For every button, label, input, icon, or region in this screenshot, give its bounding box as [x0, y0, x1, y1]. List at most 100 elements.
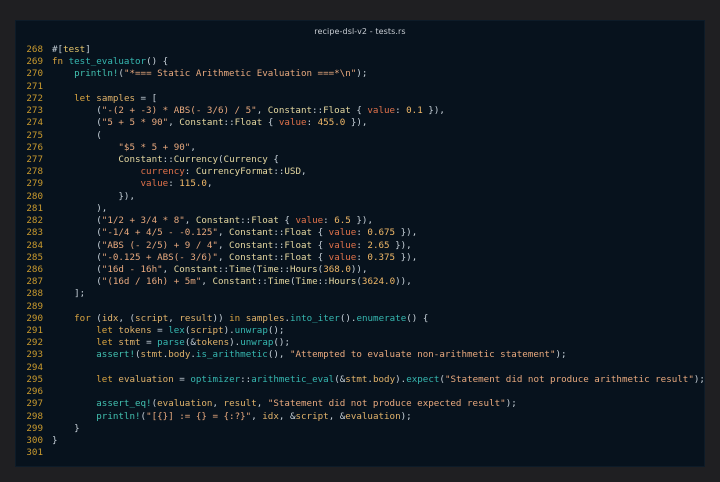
code-line[interactable]: 274 ("5 + 5 * 90", Constant::Float { val… [16, 117, 704, 129]
code-text: assert_eq!(evaluation, result, "Statemen… [52, 398, 517, 409]
code-line[interactable]: 281 ), [16, 203, 704, 215]
code-line[interactable]: 293 assert!(stmt.body.is_arithmetic(), "… [16, 349, 704, 361]
code-token: expect [406, 373, 440, 385]
code-editor[interactable]: 268 #[test] 269 fn test_evaluator() {270 pr… [16, 44, 705, 459]
code-token: :: [312, 105, 324, 117]
code-line[interactable]: 282 ("1/2 + 3/4 * 8", Constant::Float { … [16, 215, 704, 227]
code-text: ("-0.125 + ABS(- 3/6)", Constant::Float … [52, 252, 417, 263]
code-line[interactable]: 273 ("-(2 + -3) * ABS(- 3/6) / 5", Const… [16, 105, 704, 117]
code-text: println!("*=== Static Arithmetic Evaluat… [52, 68, 367, 79]
code-line[interactable]: 290 for (idx, (script, result)) in sampl… [16, 313, 704, 325]
code-token: Constant [212, 276, 257, 288]
line-number: 274 [26, 117, 43, 129]
code-token: Constant [118, 153, 163, 165]
code-token: ( [52, 117, 102, 129]
code-token: value [140, 178, 169, 190]
code-text: ("5 + 5 * 90", Constant::Float { value: … [52, 117, 367, 128]
code-token: result [223, 398, 257, 410]
code-line[interactable]: 271 [16, 81, 704, 93]
code-line[interactable]: 292 let stmt = parse(&tokens).unwrap(); [16, 337, 704, 349]
line-number: 270 [26, 68, 43, 80]
code-token: () { [406, 312, 429, 324]
code-line[interactable]: 287 ("(16d / 16h) + 5m", Constant::Time(… [16, 276, 704, 288]
line-number: 295 [26, 373, 43, 385]
code-token: Time [256, 263, 279, 275]
code-token: "-0.125 + ABS(- 3/6)" [101, 251, 218, 263]
code-line[interactable]: 294 [16, 362, 704, 374]
code-token: "5 + 5 * 90" [101, 117, 169, 129]
code-token: { [350, 105, 368, 117]
code-token: test [63, 44, 86, 55]
code-token: println! [96, 410, 141, 422]
code-line[interactable]: 286 ("16d - 16h", Constant::Time(Time::H… [16, 264, 704, 276]
code-token: , ( [118, 312, 136, 324]
code-token: ( [52, 239, 102, 251]
code-line[interactable]: 301 [16, 447, 704, 459]
code-token: script [295, 410, 329, 422]
code-line[interactable]: 272 let samples = [ [16, 93, 704, 105]
code-token: ); [555, 349, 567, 361]
code-token: { [312, 227, 329, 239]
code-line[interactable]: 299 } [16, 423, 704, 435]
code-text: } [52, 435, 58, 446]
code-token: unwrap [234, 325, 268, 337]
code-line[interactable]: 268 #[test] [16, 44, 704, 56]
code-line[interactable]: 297 assert_eq!(evaluation, result, "Stat… [16, 398, 704, 410]
code-line[interactable]: 269 fn test_evaluator() { [16, 56, 704, 68]
code-token: samples [96, 92, 136, 104]
code-token: value [295, 215, 324, 227]
code-token: value [278, 117, 307, 129]
code-token: , [256, 105, 268, 117]
line-number: 286 [26, 263, 43, 275]
code-token: Float [284, 227, 313, 239]
code-token: ). [223, 325, 235, 337]
code-token: "16d - 16h" [101, 263, 163, 275]
line-number: 278 [26, 166, 43, 178]
code-line[interactable]: 275 ( [16, 130, 704, 142]
code-token: (); [267, 325, 285, 337]
code-token: : [306, 117, 318, 129]
code-token: :: [218, 263, 230, 275]
code-token: script [190, 325, 224, 337]
code-text: ("ABS (- 2/5) + 9 / 4", Constant::Float … [52, 239, 411, 251]
code-token: Float [284, 239, 313, 251]
code-text: currency: CurrencyFormat::USD, [52, 166, 307, 177]
code-token: is_arithmetic [195, 349, 268, 361]
code-line[interactable]: 285 ("-0.125 + ABS(- 3/6)", Constant::Fl… [16, 252, 704, 264]
code-token: "[{}] := {} = {:?}" [146, 410, 252, 422]
code-line[interactable]: 289 [16, 301, 704, 313]
code-line[interactable]: 295 let evaluation = optimizer::arithmet… [16, 373, 705, 386]
code-token: stmt [345, 373, 368, 385]
code-line[interactable]: 291 let tokens = lex(script).unwrap(); [16, 325, 704, 337]
line-number: 301 [26, 447, 43, 459]
code-token: Time [267, 276, 290, 288]
code-token: { [267, 153, 279, 165]
code-line[interactable]: 280 }), [16, 191, 704, 203]
code-line[interactable]: 298 println!("[{}] := {} = {:?}", idx, &… [16, 411, 704, 423]
code-line[interactable]: 278 currency: CurrencyFormat::USD, [16, 166, 704, 178]
code-line[interactable]: 288 ]; [16, 288, 704, 300]
code-token: = [ [135, 92, 158, 104]
code-line[interactable]: 300} [16, 435, 704, 447]
code-token: currency [140, 166, 185, 178]
code-token: Constant [229, 239, 274, 251]
line-number: 300 [26, 435, 43, 446]
code-line[interactable]: 283 ("-1/4 + 4/5 - -0.125", Constant::Fl… [16, 227, 704, 239]
code-token: Constant [173, 263, 218, 275]
code-token: = [140, 337, 158, 349]
code-token: = [151, 325, 169, 337]
code-line[interactable]: 279 value: 115.0, [16, 178, 704, 190]
code-token: Time [295, 276, 318, 288]
code-token: ); [693, 373, 705, 385]
code-token: Constant [229, 227, 274, 239]
code-line[interactable]: 270 println!("*=== Static Arithmetic Eva… [16, 68, 704, 80]
code-token: :: [273, 166, 285, 178]
code-line[interactable]: 296 [16, 386, 704, 398]
code-line[interactable]: 276 "$5 * 5 + 90", [16, 142, 704, 154]
code-token: 0.1 [406, 105, 423, 117]
code-line[interactable]: 277 Constant::Currency(Currency { [16, 154, 704, 166]
code-line[interactable]: 284 ("ABS (- 2/5) + 9 / 4", Constant::Fl… [16, 240, 704, 252]
code-token: ( [52, 129, 102, 141]
